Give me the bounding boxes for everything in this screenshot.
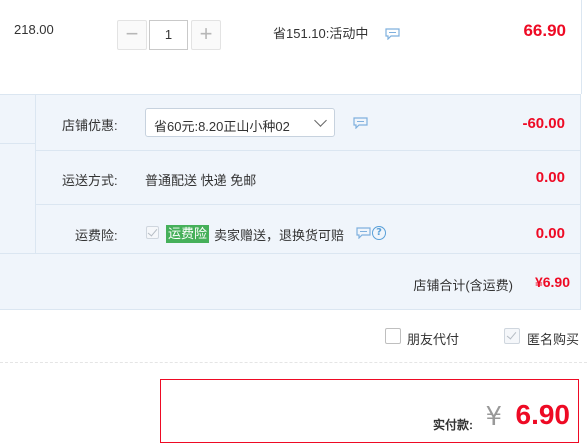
chevron-down-icon [314, 114, 327, 127]
row-divider [35, 204, 581, 205]
row-divider [0, 253, 581, 254]
shop-total-value: ¥6.90 [534, 274, 570, 290]
quantity-input[interactable]: 1 [149, 20, 188, 50]
left-column-divider [0, 143, 35, 144]
increase-quantity-button[interactable]: + [191, 20, 221, 50]
promo-text: 省151.10:活动中 [273, 26, 369, 41]
chat-bubble-icon[interactable] [385, 28, 400, 40]
row-divider [35, 150, 581, 151]
shipping-method-value: 普通配送 快递 免邮 [145, 173, 257, 188]
shipping-insurance-label: 运费险: [75, 228, 118, 243]
shop-left-column [0, 95, 36, 253]
section-divider [0, 362, 587, 363]
friend-pay-label[interactable]: 朋友代付 [407, 329, 459, 348]
shop-summary-panel: 店铺优惠: 省60元:8.20正山小种02 -60.00 运送方式: 普通配送 … [0, 94, 581, 310]
shop-discount-amount: -60.00 [522, 115, 565, 132]
check-icon [506, 329, 517, 340]
shipping-method-label: 运送方式: [62, 173, 118, 188]
question-circle-icon[interactable]: ? [372, 226, 386, 240]
insurance-amount: 0.00 [535, 225, 565, 242]
payment-summary-box: 实付款: ¥ 6.90 [160, 379, 579, 443]
anonymous-label[interactable]: 匿名购买 [527, 329, 587, 348]
cart-item-row: 218.00 − 1 + 省151.10:活动中 66.90 [0, 0, 582, 94]
chat-bubble-icon[interactable] [353, 117, 368, 129]
item-subtotal: 66.90 [523, 21, 566, 40]
shipping-amount: 0.00 [535, 169, 565, 186]
chat-bubble-icon[interactable] [356, 227, 371, 239]
friend-pay-checkbox[interactable] [385, 328, 401, 344]
item-unit-price: 218.00 [14, 22, 54, 37]
insurance-description: 卖家赠送，退换货可赔 [214, 228, 345, 243]
decrease-quantity-button[interactable]: − [117, 20, 147, 50]
anonymous-checkbox[interactable] [504, 328, 520, 344]
payment-amount: 6.90 [515, 399, 571, 430]
shop-discount-label: 店铺优惠: [62, 118, 118, 133]
insurance-badge: 运费险 [166, 225, 210, 243]
payment-label: 实付款: [433, 418, 473, 432]
quantity-stepper: − 1 + [117, 20, 221, 50]
check-icon [147, 226, 158, 237]
payment-currency: ¥ [485, 402, 502, 432]
shop-discount-selected: 省60元:8.20正山小种02 [154, 119, 290, 134]
shop-total-label: 店铺合计(含运费) [413, 278, 513, 293]
shop-discount-select[interactable]: 省60元:8.20正山小种02 [145, 108, 335, 137]
shipping-insurance-checkbox[interactable] [146, 226, 159, 239]
